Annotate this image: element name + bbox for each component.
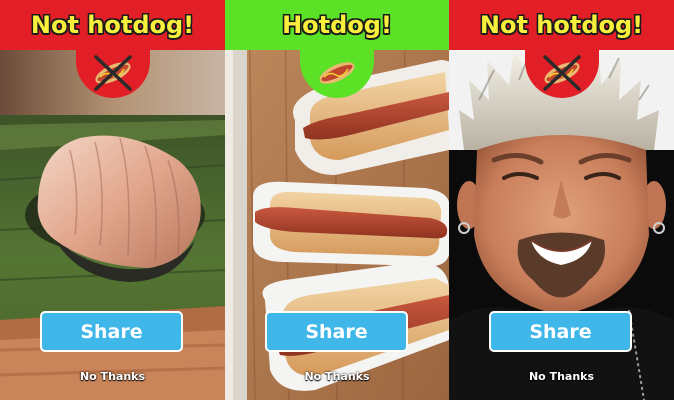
no-thanks-link[interactable]: No Thanks (225, 370, 449, 383)
screenshot-strip: Not hotdog! Share No Thanks Hotdog! Shar… (0, 0, 674, 400)
result-banner: Not hotdog! (449, 0, 674, 50)
result-screen-portrait: Not hotdog! Share No Thanks (449, 0, 674, 400)
share-button[interactable]: Share (489, 311, 632, 352)
result-banner: Not hotdog! (0, 0, 225, 50)
share-button[interactable]: Share (265, 311, 408, 352)
no-thanks-link[interactable]: No Thanks (449, 370, 674, 383)
result-screen-hotdogs: Hotdog! Share No Thanks (225, 0, 449, 400)
no-thanks-link[interactable]: No Thanks (0, 370, 225, 383)
result-banner: Hotdog! (225, 0, 449, 50)
share-button[interactable]: Share (40, 311, 183, 352)
result-screen-sushi: Not hotdog! Share No Thanks (0, 0, 225, 400)
